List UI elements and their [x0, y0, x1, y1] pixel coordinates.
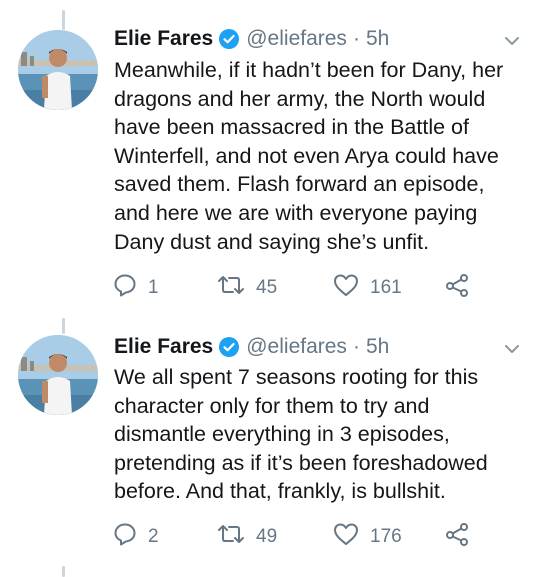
separator-dot: ·	[352, 27, 360, 50]
tweet-header: Elie Fares @eliefares · 5h	[114, 332, 389, 362]
retweet-button[interactable]: 45	[216, 273, 277, 303]
like-button[interactable]: 161	[332, 273, 402, 303]
reply-count: 2	[148, 526, 159, 547]
reply-icon	[112, 521, 138, 553]
tweet-header: Elie Fares @eliefares · 5h	[114, 24, 389, 54]
tweet-text: We all spent 7 seasons rooting for this …	[114, 363, 524, 506]
author-handle[interactable]: @eliefares	[246, 27, 347, 51]
heart-icon	[332, 272, 360, 304]
retweet-icon	[216, 273, 246, 303]
tweet-text-line: before. And that, frankly, is bullshit.	[114, 479, 446, 504]
share-button[interactable]	[444, 273, 470, 303]
profile-photo	[18, 30, 98, 110]
tweet[interactable]: Elie Fares @eliefares · 5h Meanwhile, if…	[0, 0, 540, 318]
reply-button[interactable]: 2	[112, 522, 159, 552]
tweet-timestamp[interactable]: 5h	[366, 335, 389, 359]
verified-badge-icon	[219, 29, 240, 49]
share-button[interactable]	[444, 522, 470, 552]
tweet-actions: 1 45 161	[112, 273, 512, 303]
verified-badge-icon	[219, 337, 240, 357]
reply-icon	[112, 272, 138, 304]
share-icon	[444, 272, 470, 304]
author-name[interactable]: Elie Fares	[114, 27, 213, 51]
avatar[interactable]	[18, 335, 98, 415]
like-count: 161	[370, 277, 402, 298]
tweet-actions: 2 49 176	[112, 522, 512, 552]
tweet-text-line: pretending as if it’s been foreshadowed	[114, 450, 488, 475]
retweet-button[interactable]: 49	[216, 522, 277, 552]
reply-count: 1	[148, 277, 159, 298]
tweet-text-line: dragons and her army, the North would	[114, 86, 486, 111]
tweet-text-line: and here we are with everyone paying	[114, 200, 478, 225]
tweet-text-line: character only for them to try and	[114, 393, 430, 418]
tweet[interactable]: Elie Fares @eliefares · 5h We all spent …	[0, 318, 540, 577]
retweet-icon	[216, 522, 246, 552]
tweet-text-line: dismantle everything in 3 episodes,	[114, 422, 450, 447]
heart-icon	[332, 521, 360, 553]
like-button[interactable]: 176	[332, 522, 402, 552]
tweet-text-line: have been massacred in the Battle of	[114, 115, 469, 140]
like-count: 176	[370, 526, 402, 547]
tweet-timestamp[interactable]: 5h	[366, 27, 389, 51]
separator-dot: ·	[352, 335, 360, 358]
tweet-text-line: We all spent 7 seasons rooting for this	[114, 365, 479, 389]
retweet-count: 45	[256, 277, 278, 298]
reply-button[interactable]: 1	[112, 273, 159, 303]
share-icon	[444, 521, 470, 553]
tweet-text-line: saved them. Flash forward an episode,	[114, 172, 485, 197]
tweet-text: Meanwhile, if it hadn’t been for Dany, h…	[114, 56, 524, 256]
author-handle[interactable]: @eliefares	[246, 335, 347, 359]
tweet-text-line: Meanwhile, if it hadn’t been for Dany, h…	[114, 58, 504, 82]
tweet-text-line: Winterfell, and not even Arya could have	[114, 143, 499, 168]
profile-photo	[18, 335, 98, 415]
chevron-down-icon[interactable]	[504, 34, 520, 52]
avatar[interactable]	[18, 30, 98, 110]
tweet-text-line: Dany dust and saying she’s unfit.	[114, 229, 430, 254]
retweet-count: 49	[256, 526, 278, 547]
chevron-down-icon[interactable]	[504, 342, 520, 360]
author-name[interactable]: Elie Fares	[114, 335, 213, 359]
